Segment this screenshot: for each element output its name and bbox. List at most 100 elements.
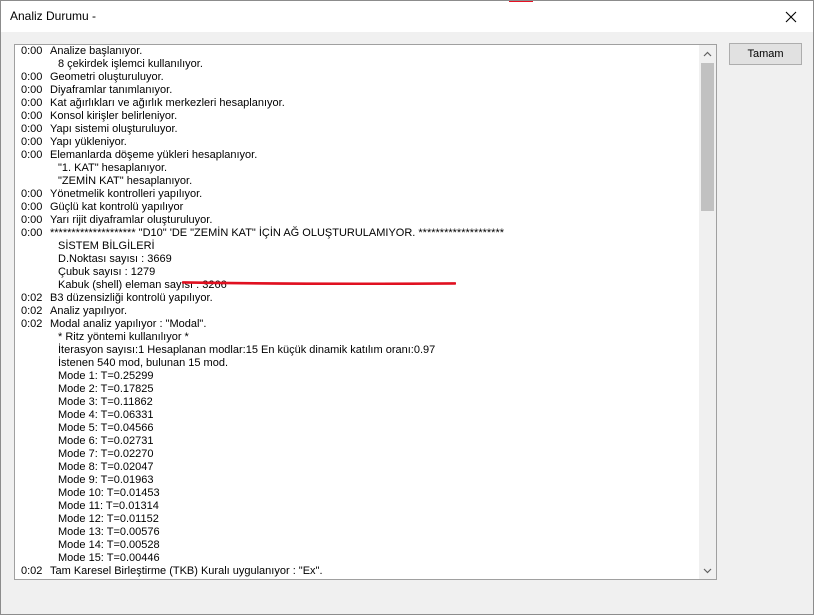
log-message: Yönetmelik kontrolleri yapılıyor. [50,188,203,200]
log-message: Mode 10: T=0.01453 [58,487,160,499]
log-message: "1. KAT" hesaplanıyor. [58,162,168,174]
window-title: Analiz Durumu - [10,9,97,23]
log-message: Çubuk sayısı : 1279 [58,266,156,278]
log-message: İterasyon sayısı:1 Hesaplanan modlar:15 … [58,344,436,356]
log-line: 0:02 Tam Karesel Birleştirme (TKB) Kuralı… [21,565,697,578]
log-line: 0:00 Konsol kirişler belirleniyor. [21,110,697,123]
log-message: B3 düzensizliği kontrolü yapılıyor. [50,292,213,304]
log-line: 0:00 Yönetmelik kontrolleri yapılıyor. [21,188,697,201]
log-message: Yarı rijit diyaframlar oluşturuluyor. [50,214,213,226]
log-message: Analiz yapılıyor. [50,305,128,317]
close-button[interactable] [769,1,813,32]
title-accent [509,1,533,2]
log-message: Mode 5: T=0.04566 [58,422,154,434]
log-message: 8 çekirdek işlemci kullanılıyor. [58,58,203,70]
log-line: Mode 10: T=0.01453 [21,487,697,500]
vertical-scrollbar[interactable] [699,45,716,579]
log-line: Mode 15: T=0.00446 [21,552,697,565]
log-message: Mode 11: T=0.01314 [58,500,159,512]
log-line: 0:00 Elemanlarda döşeme yükleri hesaplanı… [21,149,697,162]
log-line: Çubuk sayısı : 1279 [21,266,697,279]
log-line: 0:02 Analiz yapılıyor. [21,305,697,318]
log-message: Kabuk (shell) eleman sayısı : 3266 [58,279,227,291]
log-message: Tam Karesel Birleştirme (TKB) Kuralı uyg… [50,565,323,577]
log-message: Kat ağırlıkları ve ağırlık merkezleri he… [50,97,285,109]
log-message: Mode 4: T=0.06331 [58,409,154,421]
log-line: * Ritz yöntemi kullanılıyor * [21,331,697,344]
log-message: Geometri oluşturuluyor. [50,71,164,83]
log-message: Diyaframlar tanımlanıyor. [50,84,173,96]
log-line: 0:00 Yapı sistemi oluşturuluyor. [21,123,697,136]
log-time: 0:02 [21,565,43,577]
log-line: 0:00 Analize başlanıyor. [21,45,697,58]
log-line: 0:00 Diyaframlar tanımlanıyor. [21,84,697,97]
log-message: * Ritz yöntemi kullanılıyor * [58,331,189,343]
log-line: Mode 5: T=0.04566 [21,422,697,435]
chevron-up-icon [703,51,712,56]
log-time: 0:00 [21,136,43,148]
log-line: Mode 8: T=0.02047 [21,461,697,474]
title-bar: Analiz Durumu - [1,1,813,32]
log-time: 0:00 [21,84,43,96]
log-message: Mode 13: T=0.00576 [58,526,160,538]
scroll-up-button[interactable] [699,45,716,62]
log-line: 0:00 ******************** "D10" 'DE "ZEMİ… [21,227,697,240]
log-message: ******************** "D10" 'DE "ZEMİN KA… [50,227,505,239]
log-message: Mode 2: T=0.17825 [58,383,154,395]
log-line: İterasyon sayısı:1 Hesaplanan modlar:15 … [21,344,697,357]
log-time: 0:00 [21,123,43,135]
log-line: Mode 1: T=0.25299 [21,370,697,383]
ok-button[interactable]: Tamam [729,43,802,65]
log-line: İstenen 540 mod, bulunan 15 mod. [21,357,697,370]
log-message: SİSTEM BİLGİLERİ [58,240,155,252]
log-message: Mode 14: T=0.00528 [58,539,160,551]
log-line: 0:00 Geometri oluşturuluyor. [21,71,697,84]
log-time: 0:02 [21,292,43,304]
log-time: 0:00 [21,45,43,57]
log-message: Mode 15: T=0.00446 [58,552,160,564]
log-line: "1. KAT" hesaplanıyor. [21,162,697,175]
log-line: "ZEMİN KAT" hesaplanıyor. [21,175,697,188]
log-line: 8 çekirdek işlemci kullanılıyor. [21,58,697,71]
log-line: Mode 14: T=0.00528 [21,539,697,552]
log-line: D.Noktası sayısı : 3669 [21,253,697,266]
analysis-status-dialog: Analiz Durumu - 0:00 Analize başlanıyor. 8… [0,0,814,615]
log-time: 0:00 [21,188,43,200]
log-message: Yapı yükleniyor. [50,136,127,148]
log-textbox[interactable]: 0:00 Analize başlanıyor. 8 çekirdek işlemc… [14,44,717,580]
log-message: Konsol kirişler belirleniyor. [50,110,178,122]
log-message: İstenen 540 mod, bulunan 15 mod. [58,357,229,369]
log-line: Mode 7: T=0.02270 [21,448,697,461]
close-icon [785,11,797,22]
log-message: Analize başlanıyor. [50,45,143,57]
log-line: 0:02 B3 düzensizliği kontrolü yapılıyor. [21,292,697,305]
scroll-down-button[interactable] [699,562,716,579]
log-line: 0:00 Yapı yükleniyor. [21,136,697,149]
log-line: Mode 9: T=0.01963 [21,474,697,487]
log-list: 0:00 Analize başlanıyor. 8 çekirdek işlemc… [21,45,697,578]
log-time: 0:00 [21,149,43,161]
log-time: 0:00 [21,110,43,122]
log-message: Yapı sistemi oluşturuluyor. [50,123,178,135]
log-time: 0:00 [21,227,43,239]
log-message: Elemanlarda döşeme yükleri hesaplanıyor. [50,149,258,161]
chevron-down-icon [703,568,712,573]
scroll-thumb[interactable] [701,63,714,211]
log-line: Mode 11: T=0.01314 [21,500,697,513]
log-line: 0:00 Kat ağırlıkları ve ağırlık merkezler… [21,97,697,110]
log-message: Güçlü kat kontrolü yapılıyor [50,201,184,213]
log-message: Mode 3: T=0.11862 [58,396,153,408]
log-time: 0:00 [21,97,43,109]
log-message: "ZEMİN KAT" hesaplanıyor. [58,175,193,187]
log-message: Mode 12: T=0.01152 [58,513,159,525]
log-message: D.Noktası sayısı : 3669 [58,253,172,265]
log-line: Kabuk (shell) eleman sayısı : 3266 [21,279,697,292]
log-line: Mode 13: T=0.00576 [21,526,697,539]
log-time: 0:02 [21,305,43,317]
log-message: Mode 6: T=0.02731 [58,435,154,447]
log-line: Mode 4: T=0.06331 [21,409,697,422]
log-line: Mode 3: T=0.11862 [21,396,697,409]
log-line: Mode 6: T=0.02731 [21,435,697,448]
log-message: Mode 9: T=0.01963 [58,474,154,486]
log-message: Modal analiz yapılıyor : "Modal". [50,318,207,330]
